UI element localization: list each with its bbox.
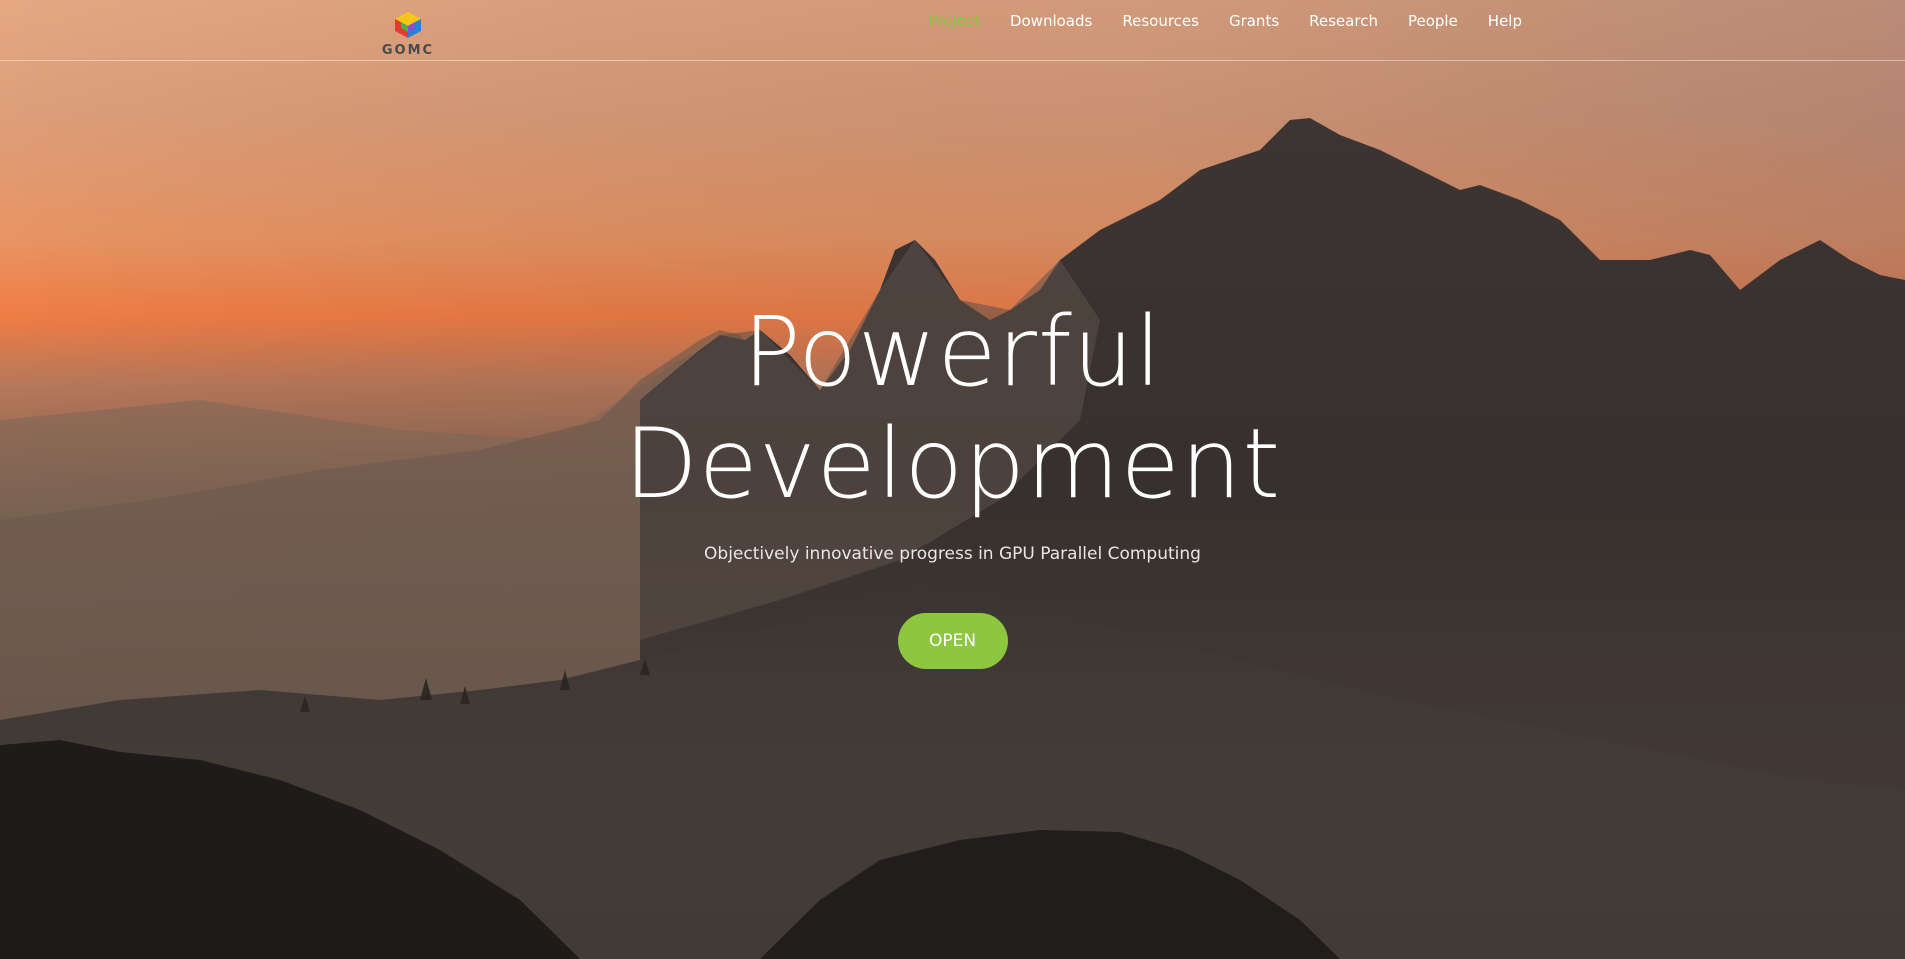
hero-title-line-2: Development	[623, 408, 1282, 520]
gomc-cube-logo-icon	[395, 12, 421, 38]
nav-item-help[interactable]: Help	[1488, 12, 1522, 30]
main-nav: Project Downloads Resources Grants Resea…	[899, 10, 1522, 32]
nav-item-project[interactable]: Project	[929, 12, 980, 30]
nav-item-resources[interactable]: Resources	[1122, 12, 1199, 30]
nav-item-downloads[interactable]: Downloads	[1010, 12, 1092, 30]
nav-item-grants[interactable]: Grants	[1229, 12, 1279, 30]
logo-text: GOMC	[381, 43, 435, 58]
logo-link[interactable]: GOMC	[381, 10, 435, 60]
hero-title-line-1: Powerful	[742, 296, 1163, 408]
hero-title: Powerful Development	[0, 296, 1905, 520]
hero-subtitle: Objectively innovative progress in GPU P…	[704, 544, 1201, 564]
hero-section: Powerful Development Objectively innovat…	[0, 296, 1905, 564]
landing-page: GOMC Project Downloads Resources Grants …	[0, 0, 1905, 959]
cta-container: OPEN	[0, 613, 1905, 669]
nav-item-research[interactable]: Research	[1309, 12, 1378, 30]
nav-item-people[interactable]: People	[1408, 12, 1458, 30]
top-navbar: GOMC Project Downloads Resources Grants …	[0, 0, 1905, 61]
open-button[interactable]: OPEN	[897, 613, 1008, 669]
